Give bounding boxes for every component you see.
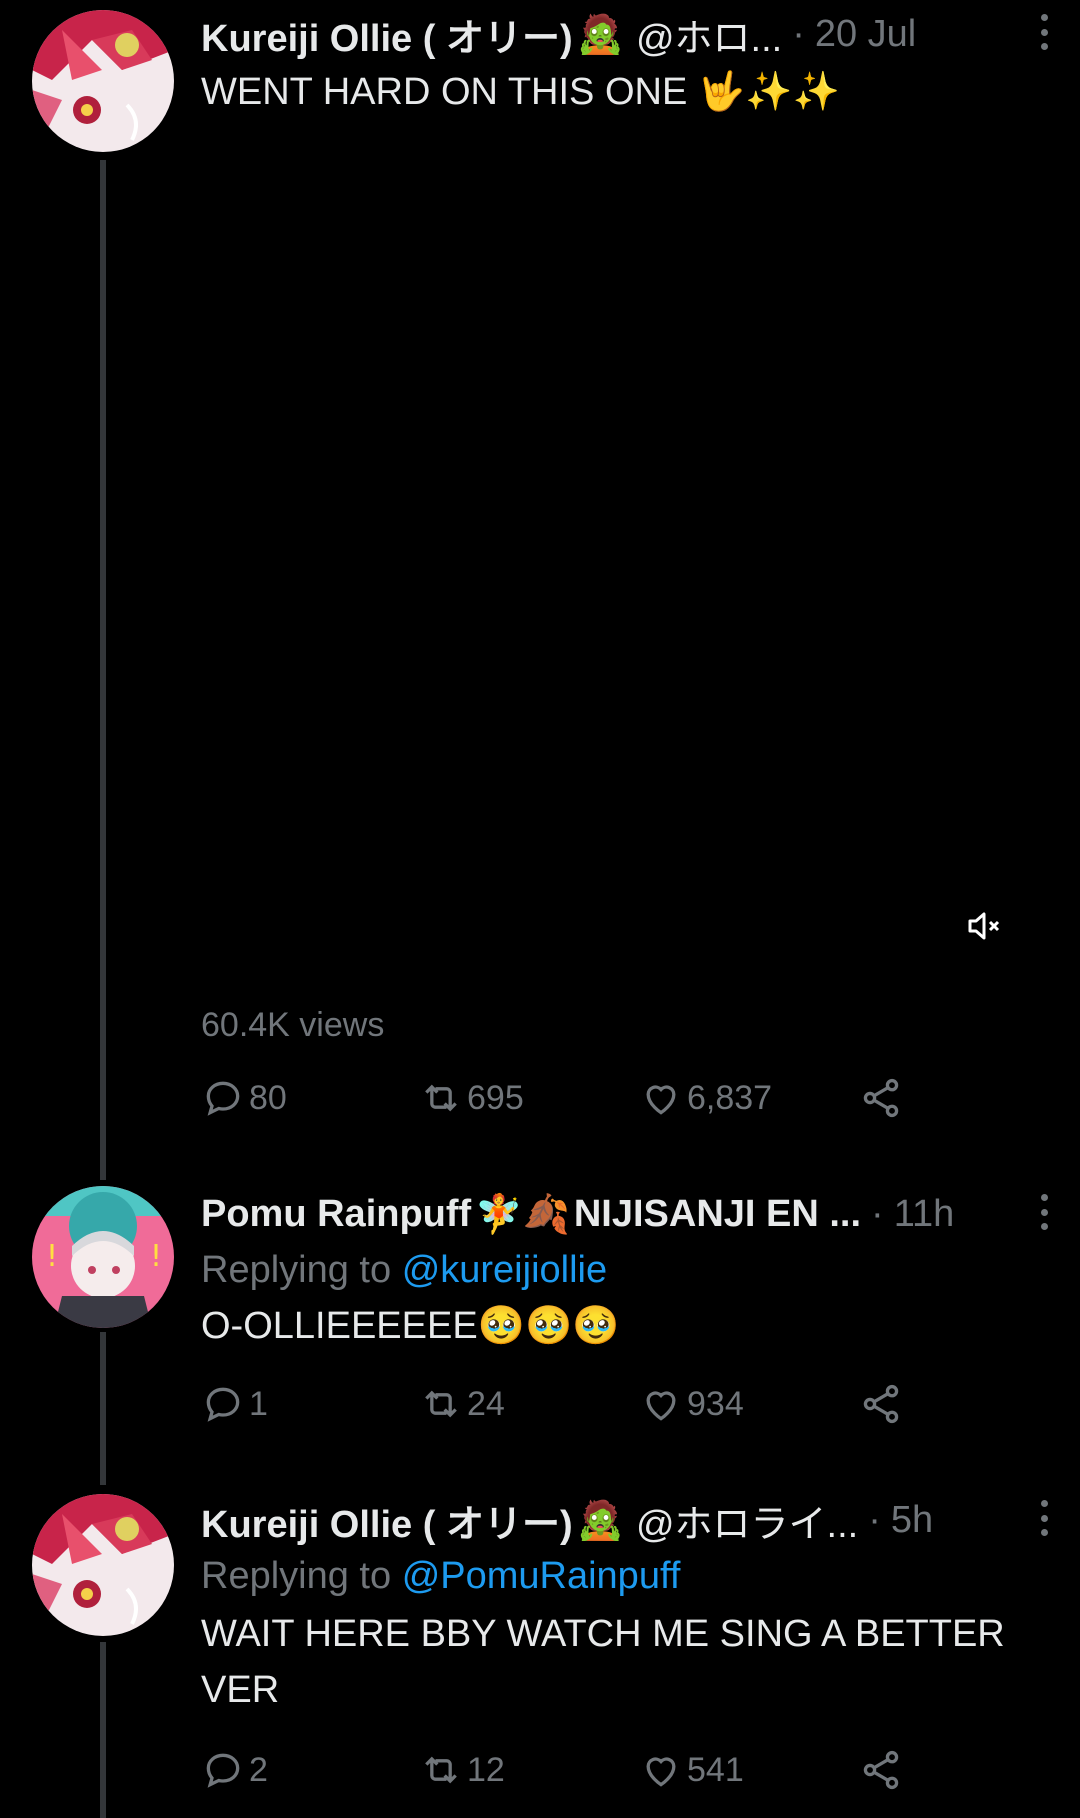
like-count: 541: [687, 1750, 744, 1789]
handle[interactable]: @ホロライ...: [636, 1493, 858, 1548]
handle[interactable]: @ホロ...: [636, 7, 782, 62]
retweet-button[interactable]: 12: [419, 1748, 505, 1792]
reply-count: 80: [249, 1078, 287, 1117]
tweet-text: WENT HARD ON THIS ONE 🤟✨✨: [201, 71, 840, 113]
reply-mention[interactable]: @kureijiollie: [402, 1249, 607, 1291]
retweet-count: 12: [467, 1750, 505, 1789]
view-count: 60.4K views: [201, 1006, 385, 1044]
more-icon[interactable]: [1036, 1194, 1052, 1230]
tweet-header: Pomu Rainpuff 🧚🍂 NIJISANJI EN ... · 11h: [201, 1188, 1050, 1240]
replying-to-label: Replying to: [201, 1555, 392, 1597]
tweet-thread: Kureiji Ollie ( オリー) 🧟 @ホロ... · 20 Jul W…: [0, 0, 1080, 1818]
like-icon: [646, 1757, 676, 1787]
timestamp[interactable]: 5h: [891, 1499, 933, 1542]
avatar[interactable]: ! !: [32, 1186, 174, 1328]
like-button[interactable]: 6,837: [639, 1076, 772, 1120]
tweet-2[interactable]: ! ! Pomu Rainpuff 🧚🍂 NIJISANJI EN ... · …: [0, 1180, 1080, 1485]
like-button[interactable]: 934: [639, 1382, 744, 1426]
reply-mention[interactable]: @PomuRainpuff: [402, 1555, 681, 1597]
reply-button[interactable]: 80: [201, 1076, 287, 1120]
replying-to: Replying to @PomuRainpuff: [201, 1548, 1050, 1604]
tweet-header: Kureiji Ollie ( オリー) 🧟 @ホロ... · 20 Jul: [201, 8, 1050, 60]
display-name[interactable]: Kureiji Ollie ( オリー): [201, 7, 573, 62]
name-emoji: 🧟: [576, 11, 624, 56]
thread-line: [100, 160, 106, 1180]
share-button[interactable]: [859, 1382, 907, 1426]
tweet-text: WAIT HERE BBY WATCH ME SING A BETTER VER: [201, 1613, 1005, 1711]
reply-button[interactable]: 2: [201, 1748, 268, 1792]
avatar[interactable]: [32, 10, 174, 152]
thread-line: [100, 1332, 106, 1485]
tweet-1[interactable]: Kureiji Ollie ( オリー) 🧟 @ホロ... · 20 Jul W…: [0, 0, 1080, 1180]
reply-button[interactable]: 1: [201, 1382, 268, 1426]
svg-text:!: !: [150, 1239, 162, 1274]
retweet-count: 24: [467, 1384, 505, 1423]
share-icon: [863, 1078, 899, 1118]
like-icon: [646, 1085, 676, 1115]
name-emoji: 🧚🍂: [475, 1191, 570, 1236]
tweet-header: Kureiji Ollie ( オリー) 🧟 @ホロライ... · 5h: [201, 1494, 1050, 1546]
retweet-button[interactable]: 24: [419, 1382, 505, 1426]
separator-dot: ·: [868, 1498, 881, 1541]
display-name[interactable]: Pomu Rainpuff: [201, 1193, 471, 1236]
svg-text:!: !: [46, 1239, 58, 1274]
timestamp[interactable]: 20 Jul: [815, 13, 916, 56]
reply-icon: [206, 1387, 240, 1422]
retweet-count: 695: [467, 1078, 524, 1117]
display-name-suffix[interactable]: NIJISANJI EN ...: [574, 1193, 861, 1236]
reply-count: 1: [249, 1384, 268, 1423]
mute-icon[interactable]: [964, 906, 1004, 946]
avatar-column: ! !: [32, 1186, 174, 1328]
share-button[interactable]: [859, 1748, 907, 1792]
share-icon: [863, 1384, 899, 1424]
like-icon: [646, 1391, 676, 1421]
more-icon[interactable]: [1036, 1500, 1052, 1536]
tweet-3[interactable]: Kureiji Ollie ( オリー) 🧟 @ホロライ... · 5h Rep…: [0, 1486, 1080, 1818]
reply-count: 2: [249, 1750, 268, 1789]
retweet-icon: [425, 1084, 457, 1112]
timestamp[interactable]: 11h: [894, 1193, 955, 1236]
replying-to-label: Replying to: [201, 1249, 392, 1291]
share-button[interactable]: [859, 1076, 907, 1120]
like-button[interactable]: 541: [639, 1748, 744, 1792]
retweet-button[interactable]: 695: [419, 1076, 524, 1120]
separator-dot: ·: [871, 1192, 884, 1235]
like-count: 934: [687, 1384, 744, 1423]
replying-to: Replying to @kureijiollie: [201, 1242, 1050, 1298]
avatar[interactable]: [32, 1494, 174, 1636]
tweet-text: O-OLLIEEEEEE🥹🥹🥹: [201, 1305, 620, 1347]
more-icon[interactable]: [1036, 14, 1052, 50]
like-count: 6,837: [687, 1078, 773, 1117]
display-name[interactable]: Kureiji Ollie ( オリー): [201, 1493, 573, 1548]
retweet-icon: [425, 1756, 457, 1784]
avatar-column: [32, 10, 174, 152]
thread-line: [100, 1642, 106, 1818]
name-emoji: 🧟: [576, 1497, 624, 1542]
reply-icon: [206, 1081, 240, 1116]
reply-icon: [206, 1753, 240, 1788]
avatar-column: [32, 1494, 174, 1636]
separator-dot: ·: [792, 12, 805, 55]
share-icon: [863, 1750, 899, 1790]
retweet-icon: [425, 1390, 457, 1418]
